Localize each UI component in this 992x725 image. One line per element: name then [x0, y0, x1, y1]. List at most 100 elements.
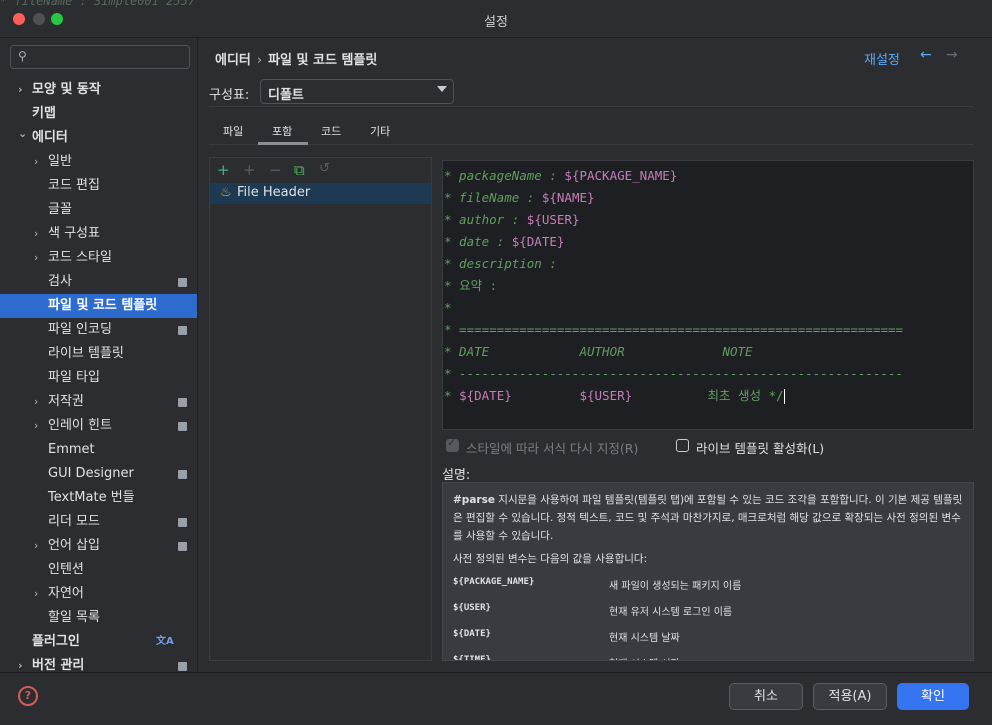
template-code-editor[interactable]: * packageName : ${PACKAGE_NAME} * fileNam…: [442, 160, 974, 430]
sidebar-item-label: 할일 목록: [48, 610, 100, 625]
cancel-button[interactable]: 취소: [729, 683, 803, 710]
sidebar-item[interactable]: › 색 구성표: [0, 222, 197, 246]
tab-includes[interactable]: 포함: [272, 123, 292, 139]
template-variable: ${PACKAGE_NAME}: [564, 168, 678, 183]
scheme-label: 구성표:: [209, 88, 250, 103]
sidebar-item[interactable]: GUI Designer: [0, 462, 197, 486]
sidebar-item[interactable]: ⌄ 에디터: [0, 126, 197, 150]
sidebar-item-label: 코드 스타일: [48, 250, 112, 265]
sidebar-item[interactable]: 리더 모드: [0, 510, 197, 534]
sidebar-item[interactable]: 파일 및 코드 템플릿: [0, 294, 197, 318]
back-arrow-icon[interactable]: ←: [920, 47, 932, 63]
tab-files[interactable]: 파일: [223, 123, 243, 139]
chevron-right-icon[interactable]: ›: [34, 414, 38, 438]
code-text: * DATE AUTHOR NOTE: [444, 344, 753, 359]
java-icon: ♨: [220, 185, 232, 200]
code-line: * description :: [444, 253, 557, 275]
sidebar-item-label: TextMate 번들: [48, 490, 135, 505]
sidebar-item-label: 일반: [48, 154, 72, 169]
description-label: 설명:: [442, 468, 471, 483]
sidebar-item[interactable]: › 저작권: [0, 390, 197, 414]
help-icon[interactable]: ?: [18, 686, 38, 706]
sidebar-item[interactable]: › 일반: [0, 150, 197, 174]
sidebar-item[interactable]: 검사: [0, 270, 197, 294]
project-scope-icon: [178, 470, 187, 479]
sidebar-item[interactable]: › 모양 및 동작: [0, 78, 197, 102]
ok-button[interactable]: 확인: [897, 683, 969, 710]
reformat-label: 스타일에 따라 서식 다시 지정(R): [466, 441, 639, 456]
chevron-right-icon[interactable]: ›: [34, 222, 38, 246]
sidebar-item-label: 검사: [48, 274, 72, 289]
translate-icon: 文A: [156, 636, 174, 647]
sidebar-item[interactable]: 파일 타입: [0, 366, 197, 390]
sidebar-item[interactable]: 키맵: [0, 102, 197, 126]
chevron-down-icon[interactable]: ⌄: [18, 122, 27, 146]
chevron-right-icon[interactable]: ›: [18, 78, 23, 102]
sidebar-item-label: 리더 모드: [48, 514, 100, 529]
sidebar-item[interactable]: › 인레이 힌트: [0, 414, 197, 438]
title-bar: * fileName : Simple001 2557 설정: [0, 0, 992, 38]
sidebar-item[interactable]: 라이브 템플릿: [0, 342, 197, 366]
sidebar-item[interactable]: 인텐션: [0, 558, 197, 582]
sidebar-item[interactable]: 할일 목록: [0, 606, 197, 630]
sidebar-item[interactable]: › 코드 스타일: [0, 246, 197, 270]
sidebar-item[interactable]: 글꼴: [0, 198, 197, 222]
chevron-right-icon[interactable]: ›: [34, 582, 38, 606]
tab-code[interactable]: 코드: [321, 123, 341, 139]
chevron-right-icon[interactable]: ›: [34, 150, 38, 174]
add-child-template-icon[interactable]: +: [243, 161, 256, 179]
scheme-dropdown[interactable]: 디폴트: [260, 79, 454, 104]
sidebar-item[interactable]: › 언어 삽입: [0, 534, 197, 558]
project-scope-icon: [178, 398, 187, 407]
search-icon: ⚲: [18, 49, 27, 63]
description-text: #parse 지시문을 사용하여 파일 템플릿(템플릿 탭)에 포함될 수 있는…: [453, 491, 965, 545]
code-line: * DATE AUTHOR NOTE: [444, 341, 753, 363]
tab-other[interactable]: 기타: [370, 123, 390, 139]
breadcrumb-parent[interactable]: 에디터: [215, 53, 251, 68]
code-text: 최초 생성 */: [707, 388, 784, 403]
reset-template-icon[interactable]: ↺: [319, 161, 330, 176]
template-tabs: 파일 포함 코드 기타: [209, 119, 974, 145]
sidebar-item[interactable]: TextMate 번들: [0, 486, 197, 510]
project-scope-icon: [178, 542, 187, 551]
divider: [209, 106, 974, 107]
dialog-footer: ? 취소 적용(A) 확인: [0, 672, 992, 725]
sidebar-item-label: 코드 편집: [48, 178, 100, 193]
sidebar-item-label: 글꼴: [48, 202, 72, 217]
sidebar-item-label: 인텐션: [48, 562, 84, 577]
add-template-icon[interactable]: +: [217, 161, 230, 179]
variable-description: 현재 시스템 시간: [609, 655, 680, 660]
code-text: * description :: [444, 256, 557, 271]
sidebar-item[interactable]: › 자연어: [0, 582, 197, 606]
chevron-down-icon: [437, 86, 447, 92]
reset-link[interactable]: 재설정: [864, 49, 900, 68]
sidebar-item-label: 파일 타입: [48, 370, 100, 385]
variable-description: 현재 유저 시스템 로그인 이름: [609, 607, 733, 618]
chevron-right-icon[interactable]: ›: [34, 534, 38, 558]
active-tab-indicator: [258, 142, 308, 145]
forward-arrow-icon[interactable]: →: [946, 47, 958, 63]
sidebar-item[interactable]: 코드 편집: [0, 174, 197, 198]
chevron-right-icon[interactable]: ›: [18, 654, 23, 672]
checkbox-box: [676, 439, 689, 452]
template-variable: ${NAME}: [541, 190, 595, 205]
variable-name: ${PACKAGE_NAME}: [453, 577, 535, 587]
remove-template-icon[interactable]: −: [269, 161, 282, 179]
copy-template-icon[interactable]: ⧉: [294, 161, 305, 179]
code-text: * packageName :: [444, 168, 565, 183]
sidebar-item-label: GUI Designer: [48, 466, 134, 481]
code-text: *: [444, 300, 452, 315]
template-list-panel: + + − ⧉ ↺ ♨ File Header: [209, 157, 432, 661]
sidebar-item[interactable]: 플러그인 文A: [0, 630, 197, 654]
sidebar-item[interactable]: › 버전 관리: [0, 654, 197, 672]
project-scope-icon: [178, 278, 187, 287]
chevron-right-icon[interactable]: ›: [34, 246, 38, 270]
settings-search-input[interactable]: ⚲: [10, 45, 190, 69]
template-list-item[interactable]: ♨ File Header: [210, 183, 431, 204]
sidebar-item[interactable]: Emmet: [0, 438, 197, 462]
template-name: File Header: [237, 185, 311, 200]
code-line: *: [444, 297, 452, 319]
chevron-right-icon[interactable]: ›: [34, 390, 38, 414]
sidebar-item[interactable]: 파일 인코딩: [0, 318, 197, 342]
apply-button[interactable]: 적용(A): [813, 683, 887, 710]
